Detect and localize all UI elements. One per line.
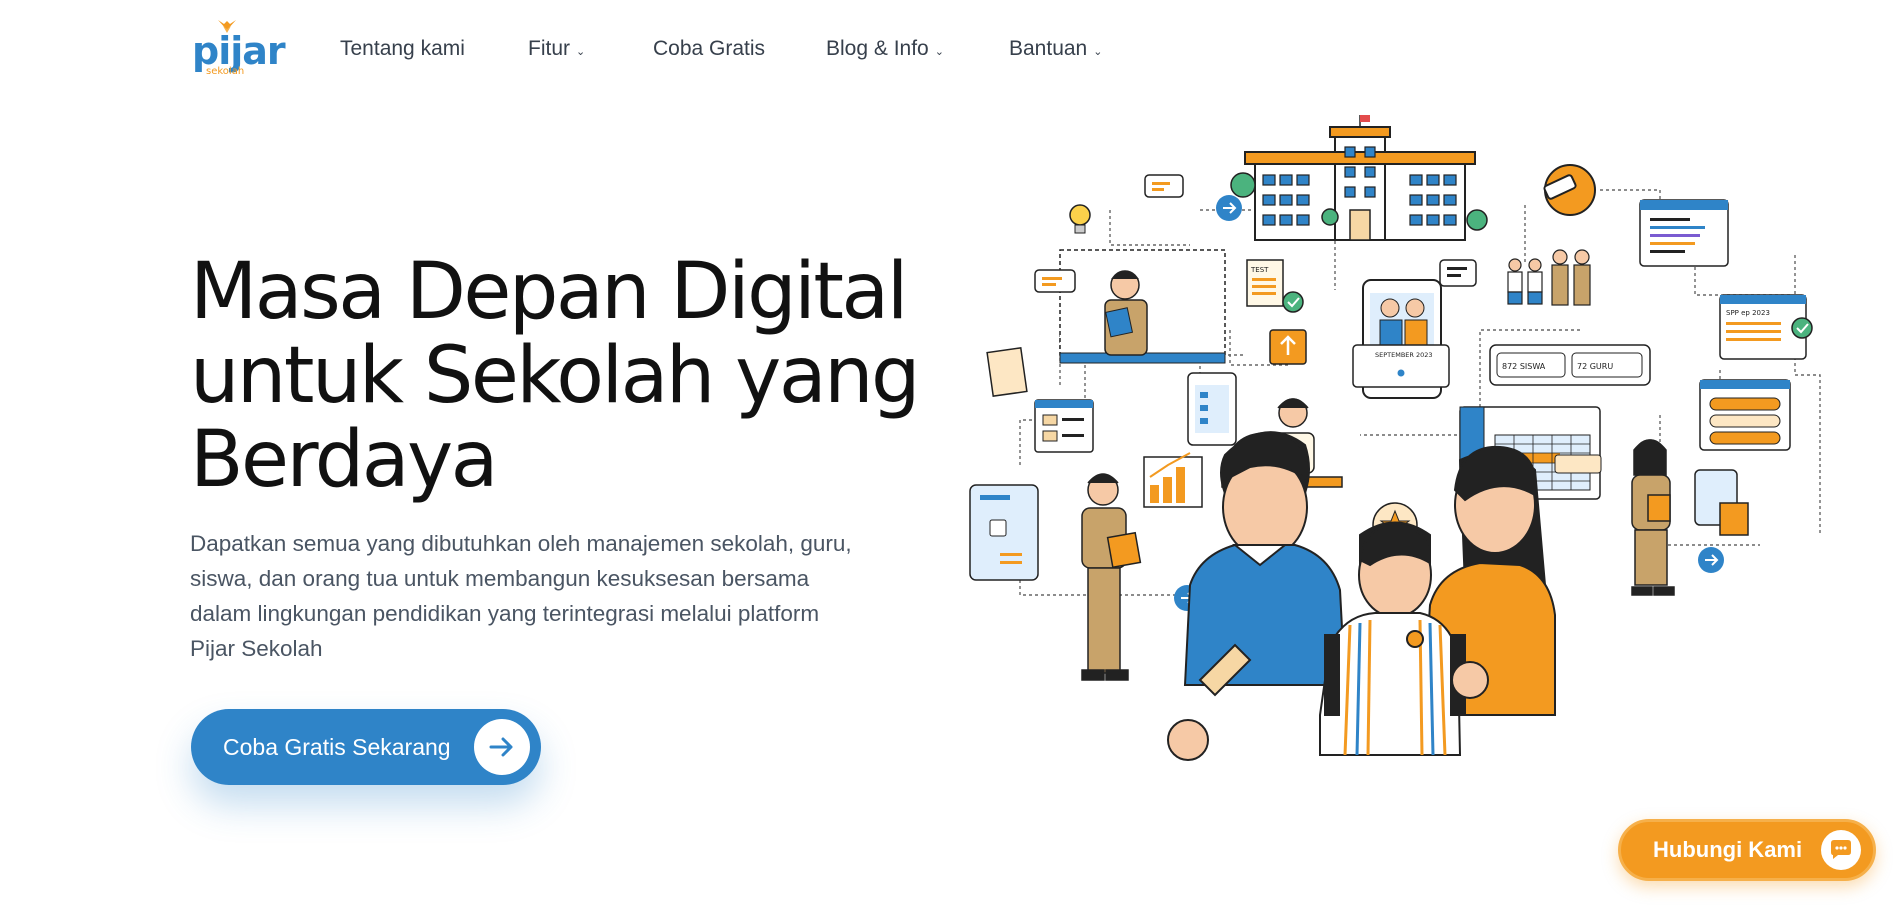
hero-illustration: TEST SEPTEMBER 2023 872 SISWA 72 GURU SP… [969,115,1821,761]
logo-wordmark: pijar [192,29,286,73]
school-building-icon [1230,115,1488,241]
cta-label: Coba Gratis Sekarang [223,733,451,760]
hero-description: Dapatkan semua yang dibutuhkan oleh mana… [190,531,852,661]
hero-title-line: untuk Sekolah yang [190,331,921,421]
nav-item-label: Tentang kami [340,37,465,60]
try-free-now-button[interactable]: Coba Gratis Sekarang [191,709,541,785]
calendar-label: SEPTEMBER 2023 [1375,351,1433,359]
chevron-down-icon: ⌄ [1093,45,1103,58]
nav-item-label: Coba Gratis [653,37,766,60]
pijar-sekolah-logo[interactable]: pijar sekolah [192,20,286,78]
nav-item-label: Fitur [528,37,570,60]
students-stat: 872 SISWA [1502,362,1546,371]
arrow-right-icon [474,719,530,775]
hero-title-line: Berdaya [190,415,498,505]
test-label: TEST [1250,266,1269,274]
chevron-down-icon: ⌄ [576,45,586,58]
nav-item-label: Bantuan [1009,37,1088,60]
chevron-down-icon: ⌄ [934,45,944,58]
contact-label: Hubungi Kami [1653,837,1803,862]
nav-item-blog-info[interactable]: Blog & Info ⌄ [826,37,944,61]
nav-item-fitur[interactable]: Fitur ⌄ [528,37,585,61]
hero-title: Masa Depan Digital untuk Sekolah yang Be… [190,250,950,502]
chat-bubble-icon [1821,830,1861,870]
nav-item-label: Blog & Info [826,37,929,60]
top-navigation: pijar sekolah Tentang kami Fitur ⌄ Coba … [0,0,1898,98]
nav-item-tentang-kami[interactable]: Tentang kami [340,37,465,61]
nav-item-bantuan[interactable]: Bantuan ⌄ [1009,37,1102,61]
spp-label: SPP ep 2023 [1726,309,1770,317]
contact-us-button[interactable]: Hubungi Kami [1618,819,1876,881]
logo-subtext: sekolah [206,66,245,77]
teachers-stat: 72 GURU [1577,362,1613,371]
nav-item-coba-gratis[interactable]: Coba Gratis [653,37,765,61]
hero-title-line: Masa Depan Digital [190,247,908,337]
